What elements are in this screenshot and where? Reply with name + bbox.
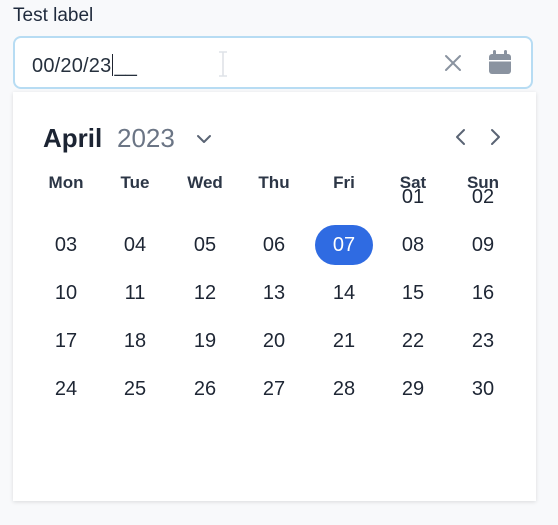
day-cell[interactable]: 30 bbox=[454, 369, 512, 409]
close-icon[interactable] bbox=[441, 51, 465, 75]
day-cell[interactable]: 13 bbox=[245, 273, 303, 313]
day-cell[interactable]: 23 bbox=[454, 321, 512, 361]
date-input-value[interactable]: 00/20/23 __ bbox=[32, 54, 137, 78]
day-cell[interactable]: 11 bbox=[106, 273, 164, 313]
day-cell[interactable]: 18 bbox=[106, 321, 164, 361]
day-cell[interactable]: 15 bbox=[384, 273, 442, 313]
field-label: Test label bbox=[13, 5, 94, 26]
day-cell[interactable]: 26 bbox=[176, 369, 234, 409]
day-cell[interactable]: 02 bbox=[454, 177, 512, 217]
month-label[interactable]: April bbox=[43, 123, 102, 154]
ibeam-cursor-icon bbox=[219, 51, 227, 77]
day-cell[interactable]: 03 bbox=[37, 225, 95, 265]
calendar-popup: April 2023 Mon Tue Wed Thu Fri Sat Sun 01 02 03 0… bbox=[13, 92, 536, 501]
day-cell[interactable]: 04 bbox=[106, 225, 164, 265]
day-cell[interactable]: 06 bbox=[245, 225, 303, 265]
day-cell[interactable]: 20 bbox=[245, 321, 303, 361]
date-input-field[interactable]: 00/20/23 __ bbox=[13, 36, 533, 89]
date-input-mask: __ bbox=[114, 55, 138, 77]
day-cell-selected[interactable]: 07 bbox=[315, 225, 373, 265]
day-cell[interactable]: 25 bbox=[106, 369, 164, 409]
day-cell[interactable]: 12 bbox=[176, 273, 234, 313]
weekday-label: Wed bbox=[187, 173, 223, 192]
day-cell[interactable]: 16 bbox=[454, 273, 512, 313]
weekday-label: Fri bbox=[333, 173, 355, 192]
day-cell[interactable]: 10 bbox=[37, 273, 95, 313]
day-cell[interactable]: 09 bbox=[454, 225, 512, 265]
day-cell[interactable]: 05 bbox=[176, 225, 234, 265]
day-cell[interactable]: 21 bbox=[315, 321, 373, 361]
day-cell[interactable]: 01 bbox=[384, 177, 442, 217]
day-cell[interactable]: 08 bbox=[384, 225, 442, 265]
day-cell[interactable]: 28 bbox=[315, 369, 373, 409]
chevron-down-icon[interactable] bbox=[193, 128, 215, 150]
day-cell[interactable]: 22 bbox=[384, 321, 442, 361]
calendar-icon[interactable] bbox=[485, 48, 515, 78]
weekday-label: Mon bbox=[48, 173, 84, 192]
date-input-text: 00/20/23 bbox=[32, 55, 112, 77]
chevron-left-icon[interactable] bbox=[450, 125, 472, 149]
weekday-label: Thu bbox=[258, 173, 290, 192]
day-cell[interactable]: 17 bbox=[37, 321, 95, 361]
chevron-right-icon[interactable] bbox=[484, 125, 506, 149]
weekday-label: Tue bbox=[120, 173, 150, 192]
day-cell[interactable]: 14 bbox=[315, 273, 373, 313]
day-cell[interactable]: 27 bbox=[245, 369, 303, 409]
year-label[interactable]: 2023 bbox=[117, 123, 175, 154]
day-cell[interactable]: 24 bbox=[37, 369, 95, 409]
day-cell[interactable]: 29 bbox=[384, 369, 442, 409]
day-cell[interactable]: 19 bbox=[176, 321, 234, 361]
date-picker-root: Test label 00/20/23 __ April 2023 Mon Tue W… bbox=[0, 0, 558, 525]
